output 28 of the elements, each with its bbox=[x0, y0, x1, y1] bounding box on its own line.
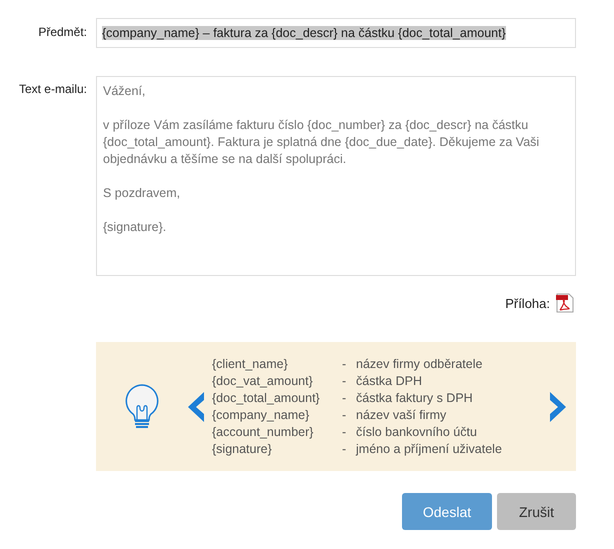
separator: - bbox=[342, 406, 348, 424]
separator: - bbox=[342, 356, 348, 372]
variable-description: částka DPH bbox=[356, 372, 423, 390]
lightbulb-icon bbox=[124, 382, 160, 430]
subject-field[interactable]: {company_name} – faktura za {doc_descr} na částku {doc_total_amount} bbox=[96, 18, 576, 48]
email-body-field[interactable]: Vážení, v příloze Vám zasíláme fakturu číslo {doc_number} za {doc_descr} na částku {doc_total_amount}. Faktura je splatná dne {doc_due_date}. Děkujeme za Vaši objednávku a těšíme se na další spolupráci. S pozdravem, {signature}. bbox=[96, 76, 576, 276]
subject-label: Předmět: bbox=[37, 24, 87, 41]
variable-description: částka faktury s DPH bbox=[356, 390, 474, 406]
pdf-file-icon[interactable] bbox=[556, 293, 574, 313]
variable-name: {doc_vat_amount} bbox=[212, 372, 314, 390]
cancel-button[interactable]: Zrušit bbox=[497, 493, 576, 530]
variable-description: název vaší firmy bbox=[356, 406, 448, 424]
separator: - bbox=[342, 424, 348, 440]
variable-description: číslo bankovního účtu bbox=[356, 424, 478, 440]
chevron-right-icon[interactable] bbox=[550, 392, 566, 422]
variable-description: jméno a příjmení uživatele bbox=[356, 440, 503, 458]
variable-name: {company_name} bbox=[212, 406, 310, 424]
variable-name: {doc_total_amount} bbox=[212, 390, 321, 406]
variable-name: {signature} bbox=[212, 440, 273, 458]
separator: - bbox=[342, 390, 348, 406]
variable-description: název firmy odběratele bbox=[356, 356, 484, 372]
attachment-label: Příloha: bbox=[505, 296, 550, 310]
variable-name: {account_number} bbox=[212, 424, 314, 440]
body-label: Text e-mailu: bbox=[18, 81, 87, 98]
separator: - bbox=[342, 372, 348, 390]
separator: - bbox=[342, 440, 348, 458]
variable-name: {client_name} bbox=[212, 356, 289, 372]
chevron-left-icon[interactable] bbox=[188, 392, 204, 422]
